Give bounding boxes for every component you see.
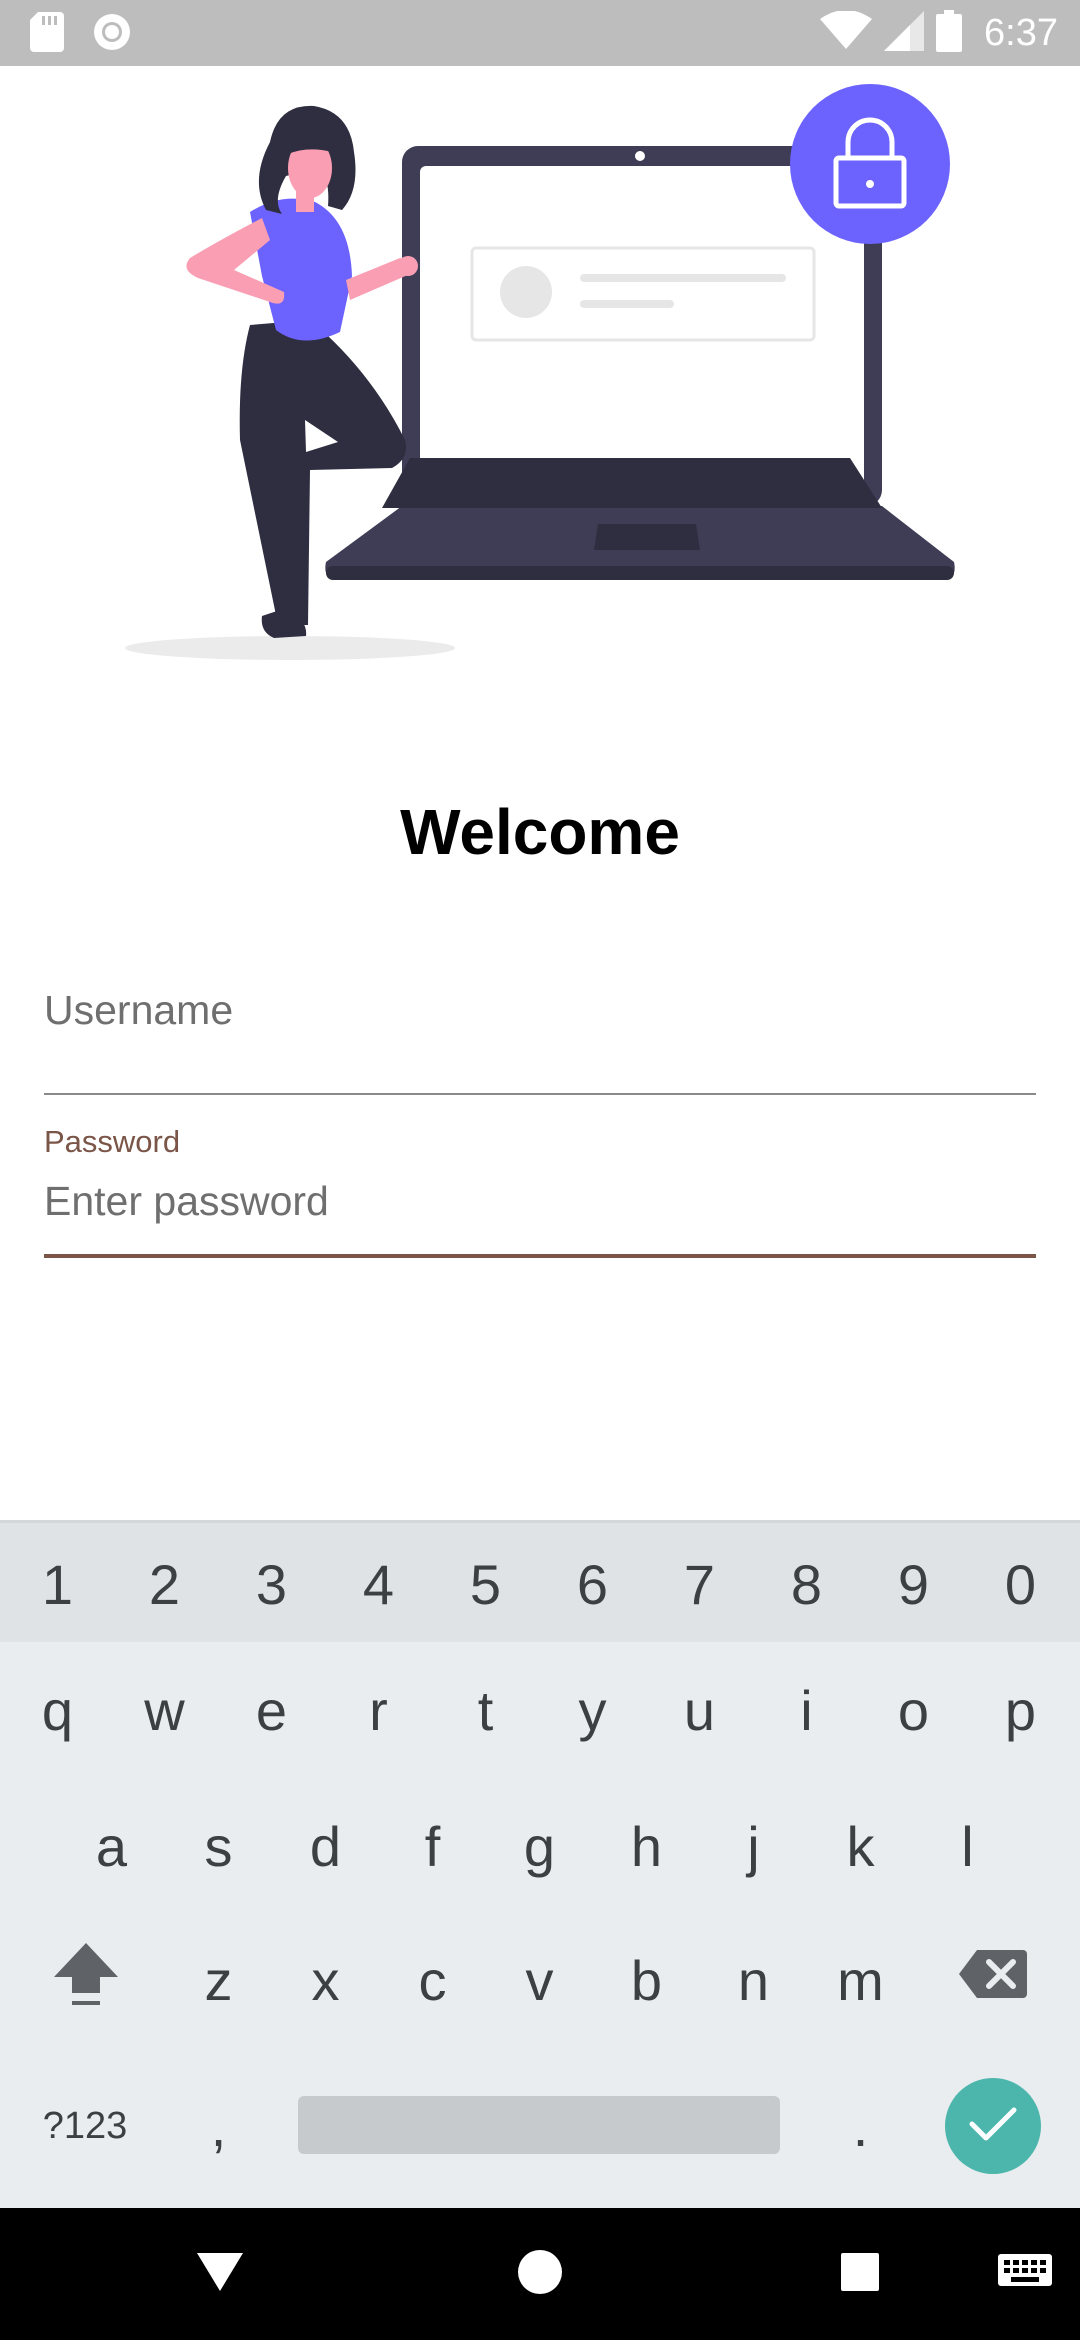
page-title: Welcome bbox=[400, 796, 680, 868]
wifi-icon bbox=[820, 9, 873, 56]
backspace-key[interactable] bbox=[936, 1920, 1052, 2040]
soft-keyboard: 1 2 3 4 5 6 7 8 9 0 q w e r t y u i o p … bbox=[0, 1520, 1080, 2208]
password-label: Password bbox=[44, 1124, 181, 1159]
period-key[interactable]: . bbox=[813, 2066, 908, 2186]
key-j[interactable]: j bbox=[706, 1786, 801, 1906]
key-t[interactable]: t bbox=[438, 1650, 533, 1770]
key-a[interactable]: a bbox=[64, 1786, 159, 1906]
key-q[interactable]: q bbox=[10, 1650, 105, 1770]
key-b[interactable]: b bbox=[599, 1920, 694, 2040]
password-field[interactable]: Password bbox=[44, 1120, 1036, 1258]
status-bar: 6:37 bbox=[0, 0, 1080, 66]
key-h[interactable]: h bbox=[599, 1786, 694, 1906]
lock-icon bbox=[790, 84, 950, 244]
spacebar-key[interactable] bbox=[298, 2096, 780, 2154]
recents-button[interactable] bbox=[830, 2244, 890, 2304]
key-n[interactable]: n bbox=[706, 1920, 801, 2040]
key-k[interactable]: k bbox=[813, 1786, 908, 1906]
key-f[interactable]: f bbox=[385, 1786, 480, 1906]
backspace-icon bbox=[959, 1948, 1029, 2013]
key-e[interactable]: e bbox=[224, 1650, 319, 1770]
key-6[interactable]: 6 bbox=[545, 1523, 640, 1645]
key-z[interactable]: z bbox=[171, 1920, 266, 2040]
navigation-bar bbox=[0, 2208, 1080, 2340]
home-icon bbox=[516, 2248, 564, 2301]
key-y[interactable]: y bbox=[545, 1650, 640, 1770]
key-3[interactable]: 3 bbox=[224, 1523, 319, 1645]
key-9[interactable]: 9 bbox=[866, 1523, 961, 1645]
key-4[interactable]: 4 bbox=[331, 1523, 426, 1645]
number-row: 1 2 3 4 5 6 7 8 9 0 bbox=[0, 1520, 1080, 1642]
keyboard-switch-button[interactable] bbox=[995, 2244, 1055, 2304]
key-7[interactable]: 7 bbox=[652, 1523, 747, 1645]
key-2[interactable]: 2 bbox=[117, 1523, 212, 1645]
status-time: 6:37 bbox=[984, 11, 1058, 54]
key-u[interactable]: u bbox=[652, 1650, 747, 1770]
signal-icon bbox=[884, 10, 925, 56]
key-r[interactable]: r bbox=[331, 1650, 426, 1770]
username-field[interactable] bbox=[44, 980, 1036, 1095]
key-x[interactable]: x bbox=[278, 1920, 373, 2040]
comma-key[interactable]: , bbox=[171, 2066, 266, 2186]
key-1[interactable]: 1 bbox=[10, 1523, 105, 1645]
back-icon bbox=[195, 2251, 245, 2298]
shift-icon bbox=[52, 1939, 120, 2022]
key-l[interactable]: l bbox=[920, 1786, 1015, 1906]
key-c[interactable]: c bbox=[385, 1920, 480, 2040]
sd-card-icon bbox=[30, 12, 64, 57]
keyboard-switch-icon bbox=[997, 2253, 1053, 2296]
key-s[interactable]: s bbox=[171, 1786, 266, 1906]
key-o[interactable]: o bbox=[866, 1650, 961, 1770]
battery-icon bbox=[936, 9, 963, 57]
key-m[interactable]: m bbox=[813, 1920, 908, 2040]
check-icon bbox=[968, 2104, 1018, 2149]
circle-notification-icon bbox=[92, 12, 132, 57]
username-input[interactable] bbox=[44, 980, 1036, 1040]
key-5[interactable]: 5 bbox=[438, 1523, 533, 1645]
key-p[interactable]: p bbox=[973, 1650, 1068, 1770]
login-illustration bbox=[110, 80, 970, 680]
enter-key[interactable] bbox=[945, 2078, 1041, 2174]
key-d[interactable]: d bbox=[278, 1786, 373, 1906]
recents-icon bbox=[839, 2251, 881, 2298]
symbols-key[interactable]: ?123 bbox=[20, 2066, 150, 2186]
key-i[interactable]: i bbox=[759, 1650, 854, 1770]
password-input[interactable] bbox=[44, 1170, 1036, 1232]
shift-key[interactable] bbox=[28, 1920, 144, 2040]
key-g[interactable]: g bbox=[492, 1786, 587, 1906]
back-button[interactable] bbox=[190, 2244, 250, 2304]
key-0[interactable]: 0 bbox=[973, 1523, 1068, 1645]
key-w[interactable]: w bbox=[117, 1650, 212, 1770]
home-button[interactable] bbox=[510, 2244, 570, 2304]
key-v[interactable]: v bbox=[492, 1920, 587, 2040]
key-8[interactable]: 8 bbox=[759, 1523, 854, 1645]
